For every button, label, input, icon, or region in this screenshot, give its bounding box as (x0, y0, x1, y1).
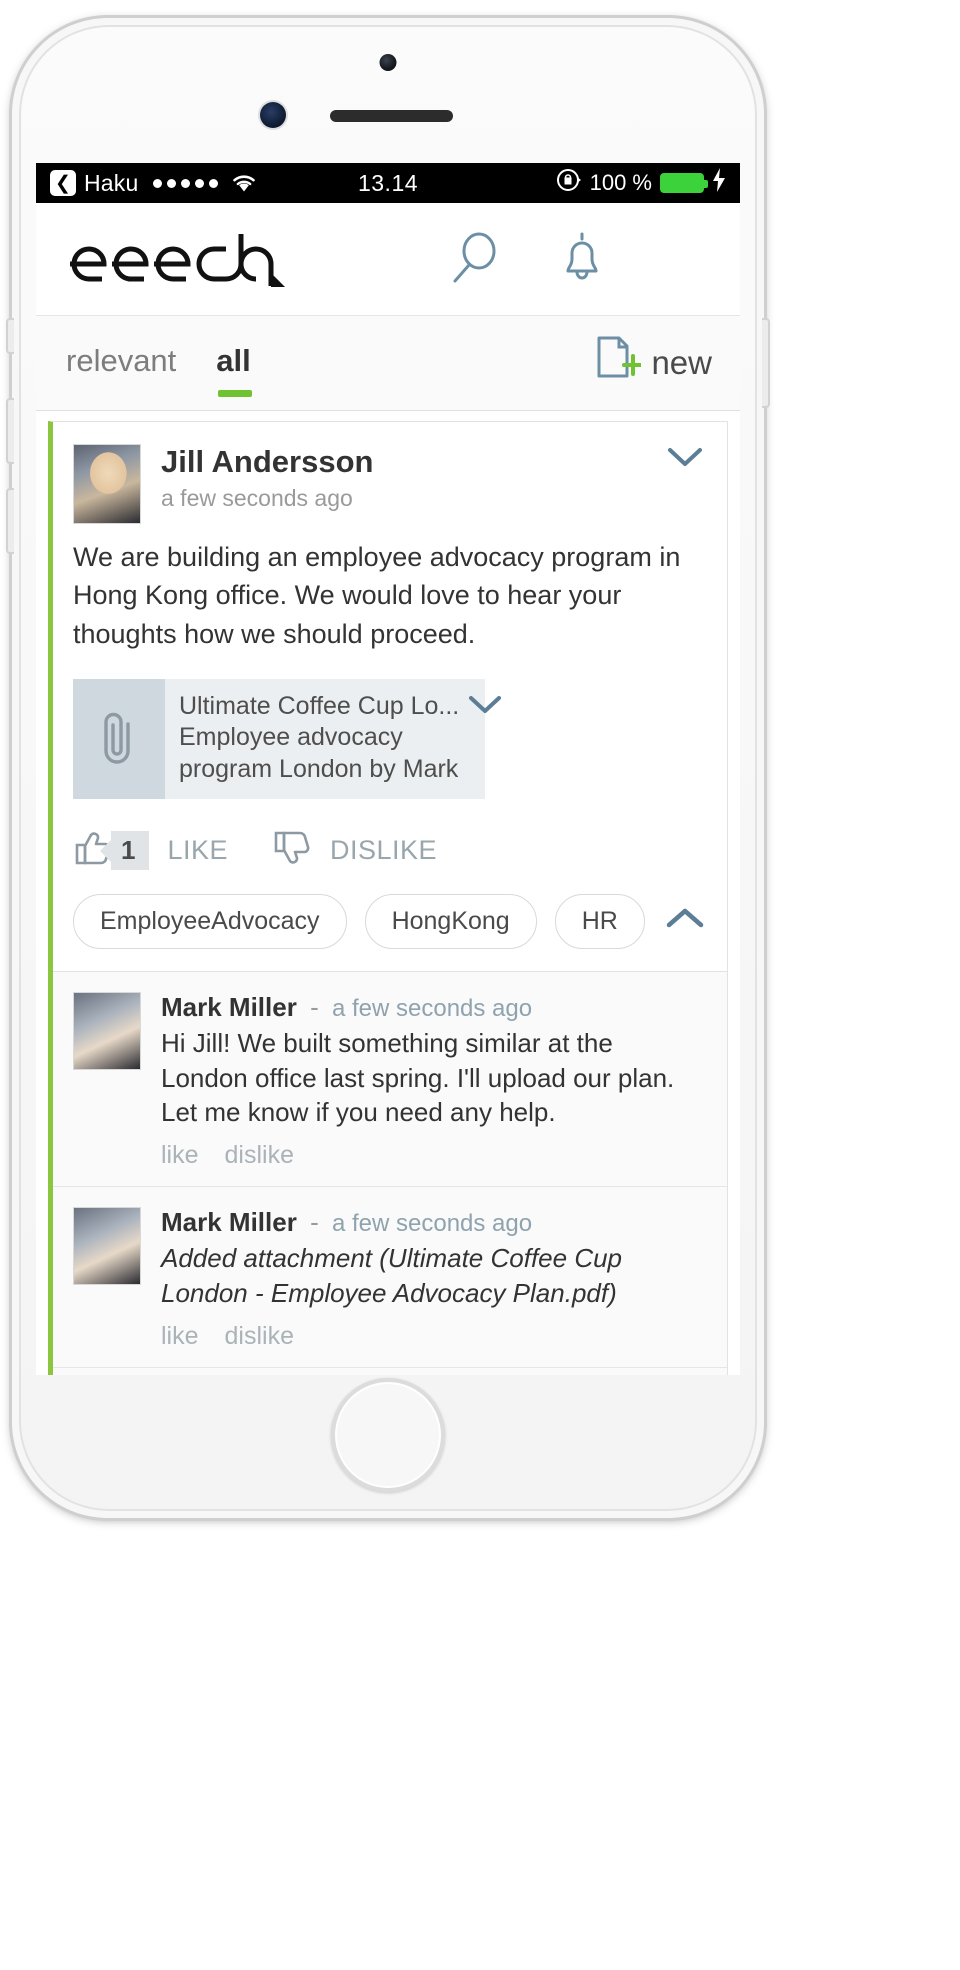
tab-all[interactable]: all (216, 343, 253, 397)
battery-percent-label: 100 % (589, 170, 652, 195)
header-icon-group (448, 231, 708, 287)
like-label: LIKE (167, 835, 229, 866)
carrier-label: Haku (84, 169, 139, 196)
comment-item: Mark Miller - a few seconds ago Hi Jill!… (53, 972, 727, 1188)
status-time: 13.14 (357, 169, 419, 196)
comment-separator: - (310, 992, 319, 1023)
comment-text: Added attachment (Ultimate Coffee Cup Lo… (161, 1243, 623, 1308)
comment-body: Mark Miller - a few seconds ago Hi Jill!… (161, 992, 705, 1170)
post-reactions: 1 LIKE DISLIKE (53, 799, 727, 880)
post-body-text: We are building an employee advocacy pro… (73, 542, 681, 649)
comment-like-link[interactable]: like (161, 1141, 199, 1170)
attachment-text-block: Ultimate Coffee Cup Lo... Employee advoc… (165, 679, 467, 800)
attachment-chevron-down-icon[interactable] (467, 679, 517, 800)
comment-header: Mark Miller - a few seconds ago (161, 992, 705, 1023)
feed-list: Jill Andersson a few seconds ago We are … (36, 421, 740, 1375)
new-post-label: new (651, 344, 712, 381)
lightning-bolt-icon (712, 168, 726, 198)
tag-chip[interactable]: EmployeeAdvocacy (73, 894, 347, 950)
comment-header: Mark Miller - a few seconds ago (161, 1207, 705, 1238)
post-timestamp: a few seconds ago (161, 484, 353, 511)
comment-timestamp: a few seconds ago (331, 995, 533, 1023)
battery-icon (660, 173, 708, 193)
eeedq-logo[interactable] (66, 228, 290, 290)
phone-device-frame: ❮ Haku 13.14 100 % relevant all new Jill… (6, 18, 770, 1518)
rotation-lock-icon (556, 167, 582, 199)
comment-text: Hi Jill! We built something similar at t… (161, 1028, 675, 1128)
post-author-name: Jill Andersson (161, 444, 374, 479)
post-header: Jill Andersson a few seconds ago (53, 422, 727, 530)
like-count-badge: 1 (111, 831, 150, 871)
new-post-button[interactable]: new (595, 334, 712, 392)
status-bar: ❮ Haku 13.14 100 % (36, 163, 740, 203)
avatar-jill-andersson[interactable] (73, 444, 141, 524)
comment-item: Mark Miller - a few seconds ago Added at… (53, 1187, 727, 1369)
comment-timestamp: a few seconds ago (331, 1210, 533, 1238)
comment-item: Jill Andersson - a few seconds ago Hi Ma… (53, 1368, 727, 1375)
chevron-down-icon[interactable] (665, 444, 705, 476)
tag-chip[interactable]: HR (554, 894, 645, 950)
comment-actions: like dislike (161, 1141, 705, 1170)
dislike-label: DISLIKE (330, 835, 438, 866)
post-author-block: Jill Andersson a few seconds ago (161, 444, 373, 512)
home-button[interactable] (331, 1378, 445, 1492)
screenshot-stage: ❮ Haku 13.14 100 % relevant all new Jill… (0, 0, 960, 1970)
rear-sensor-dot (379, 54, 397, 71)
attachment-title: Ultimate Coffee Cup Lo... (179, 691, 460, 720)
post-attachment[interactable]: Ultimate Coffee Cup Lo... Employee advoc… (73, 678, 502, 800)
tag-chip[interactable]: HongKong (364, 894, 537, 950)
back-to-app-icon[interactable]: ❮ (50, 170, 76, 196)
comment-list: Mark Miller - a few seconds ago Hi Jill!… (53, 971, 727, 1375)
paperclip-icon (73, 678, 165, 800)
volume-up-button[interactable] (6, 398, 14, 464)
avatar-mark-miller[interactable] (73, 992, 141, 1071)
feed-tabbar: relevant all new (36, 316, 740, 411)
status-right-group: 100 % (556, 167, 726, 199)
comment-dislike-link[interactable]: dislike (225, 1141, 294, 1170)
tab-relevant[interactable]: relevant (66, 343, 176, 383)
thumbs-down-icon (272, 829, 312, 872)
comment-dislike-link[interactable]: dislike (225, 1322, 294, 1351)
attachment-subtitle-line-2: program London by Mark (179, 754, 459, 783)
power-button[interactable] (762, 318, 770, 408)
volume-down-button[interactable] (6, 488, 14, 554)
post-card: Jill Andersson a few seconds ago We are … (48, 421, 728, 1375)
comment-actions: like dislike (161, 1322, 705, 1351)
mute-switch[interactable] (6, 318, 14, 354)
like-button[interactable]: 1 LIKE (73, 829, 228, 872)
app-header (36, 203, 740, 316)
comment-body: Mark Miller - a few seconds ago Added at… (161, 1207, 705, 1351)
attachment-subtitle-line-1: Employee advocacy (179, 723, 403, 752)
front-camera (260, 102, 286, 128)
avatar-mark-miller[interactable] (73, 1207, 141, 1286)
dislike-button[interactable]: DISLIKE (272, 829, 437, 872)
signal-strength-dots (152, 178, 218, 188)
bell-icon[interactable] (558, 231, 606, 287)
comment-separator: - (310, 1207, 319, 1238)
post-tags: EmployeeAdvocacy HongKong HR (53, 880, 727, 971)
hamburger-menu-icon[interactable] (664, 247, 708, 272)
earpiece-speaker (330, 110, 453, 122)
new-document-plus-icon (595, 334, 645, 392)
comment-author: Mark Miller (161, 1207, 297, 1238)
wifi-icon (230, 172, 258, 194)
phone-screen: ❮ Haku 13.14 100 % relevant all new Jill… (36, 163, 740, 1375)
comment-like-link[interactable]: like (161, 1322, 199, 1351)
comment-author: Mark Miller (161, 992, 297, 1023)
chevron-up-icon[interactable] (663, 903, 711, 940)
search-icon[interactable] (448, 231, 500, 287)
